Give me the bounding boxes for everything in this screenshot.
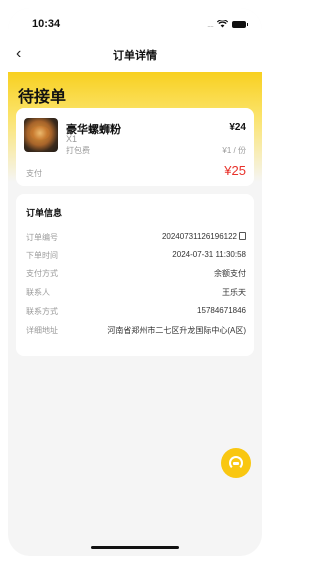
payment-method-value: 余额支付 <box>214 269 246 278</box>
order-time-row: 下单时间 2024-07-31 11:30:58 <box>26 250 246 264</box>
page-title: 订单详情 <box>113 50 157 62</box>
address-value: 河南省郑州市二七区升龙国际中心(A区) <box>107 326 246 335</box>
signal-icon: .... <box>206 19 214 29</box>
status-bar: 10:34 .... <box>8 8 262 38</box>
goods-quantity: X1 <box>66 134 78 144</box>
status-time: 10:34 <box>32 18 61 30</box>
order-number-row: 订单编号 20240731126196122 <box>26 232 246 246</box>
order-number-label: 订单编号 <box>26 233 58 242</box>
customer-service-button[interactable] <box>221 448 251 478</box>
battery-icon <box>232 20 248 28</box>
phone-row: 联系方式 15784671846 <box>26 306 246 320</box>
headset-icon <box>229 456 243 470</box>
goods-thumbnail <box>24 118 58 152</box>
goods-price: ¥24 <box>229 122 246 133</box>
address-row: 详细地址 河南省郑州市二七区升龙国际中心(A区) <box>26 325 246 351</box>
order-info-title: 订单信息 <box>26 208 63 218</box>
navigation-bar: ‹ 订单详情 <box>8 38 262 72</box>
contact-row: 联系人 王乐天 <box>26 287 246 301</box>
payment-method-label: 支付方式 <box>26 269 58 278</box>
order-time-label: 下单时间 <box>26 251 58 260</box>
contact-label: 联系人 <box>26 288 50 297</box>
order-info-card: 订单信息 订单编号 20240731126196122 下单时间 2024-07… <box>16 194 254 356</box>
phone-value: 15784671846 <box>197 306 246 315</box>
order-number-value: 20240731126196122 <box>162 232 246 241</box>
home-indicator <box>91 546 179 549</box>
payment-amount: ¥25 <box>224 163 246 178</box>
phone-screen: 10:34 .... ‹ 订单详情 待接单 豪华螺蛳粉 X1 ¥24 打包费 ¥… <box>8 8 262 556</box>
payment-method-row: 支付方式 余额支付 <box>26 268 246 282</box>
order-time-value: 2024-07-31 11:30:58 <box>172 250 246 259</box>
copy-icon[interactable] <box>239 232 246 240</box>
status-icons: .... <box>206 19 248 29</box>
order-number-text: 20240731126196122 <box>161 232 237 241</box>
goods-card: 豪华螺蛳粉 X1 ¥24 打包费 ¥1 / 份 支付 ¥25 <box>16 108 254 186</box>
packing-fee-value: ¥1 / 份 <box>222 146 246 155</box>
packing-fee-label: 打包费 <box>66 146 90 155</box>
address-label: 详细地址 <box>26 326 58 335</box>
order-status-title: 待接单 <box>18 89 67 106</box>
payment-label: 支付 <box>26 169 42 178</box>
contact-value: 王乐天 <box>222 288 246 297</box>
phone-label: 联系方式 <box>26 307 58 316</box>
wifi-icon <box>217 20 228 28</box>
